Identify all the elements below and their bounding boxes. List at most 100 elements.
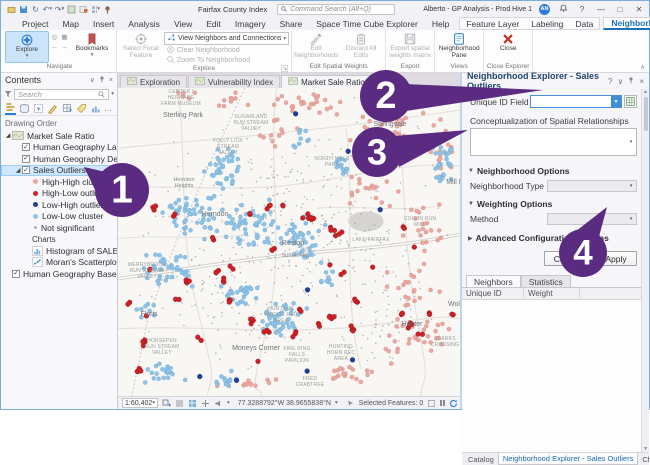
filter-icon[interactable] (4, 90, 12, 98)
coordinates-options-icon[interactable]: ▾ (335, 400, 338, 406)
close-tab-icon[interactable]: ✕ (370, 78, 376, 86)
search-options-icon[interactable]: ▾ (111, 91, 114, 97)
ribbon-collapse-icon[interactable]: ∧ (640, 63, 645, 71)
tree-item-high-low-outlier[interactable]: High-Low outlier (1, 188, 117, 200)
neighborhood-type-combo[interactable]: ▾ (547, 180, 637, 192)
menu-tab-neighborhood-explorer[interactable]: Neighborhood Explorer (603, 17, 650, 30)
visibility-checkbox[interactable]: ✓ (22, 143, 30, 151)
menu-tab-edit[interactable]: Edit (199, 17, 228, 30)
view-tab-market-sale-ratio[interactable]: Market Sale Ratio✕ (281, 75, 382, 88)
ribbon-button-close[interactable]: Close (486, 31, 530, 63)
tree-item-sales-outliers[interactable]: ◢✓Sales Outliers (1, 165, 117, 177)
add-feature-icon[interactable] (162, 399, 171, 408)
pane-menu-icon[interactable]: ∨ (617, 77, 623, 86)
tree-item-human-geography-base[interactable]: ✓Human Geography Base (1, 268, 117, 280)
pane-tab-neighborhood-explorer-sales-outliers[interactable]: Neighborhood Explorer - Sales Outliers (498, 453, 638, 465)
apply-button[interactable]: Apply (595, 251, 637, 266)
sync-icon[interactable]: ↻ (31, 5, 40, 14)
scale-combo[interactable]: 1:60,402 ▾ (122, 398, 158, 408)
contents-search-input[interactable]: Search (14, 89, 109, 100)
pane-help-icon[interactable]: ? (608, 77, 612, 86)
menu-tab-data[interactable]: Data (569, 18, 599, 29)
pane-tab-catalog[interactable]: Catalog (464, 453, 498, 465)
menu-tab-labeling[interactable]: Labeling (525, 18, 569, 29)
pane-pin-icon[interactable] (628, 77, 634, 86)
locate-icon[interactable] (103, 5, 112, 14)
menu-tab-help[interactable]: Help (425, 17, 456, 30)
weighting-options-section[interactable]: ▼ Weighting Options (462, 199, 641, 209)
cancel-button[interactable]: Cancel (544, 251, 590, 266)
menu-tab-share[interactable]: Share (273, 17, 310, 30)
menu-tab-view[interactable]: View (167, 17, 199, 30)
add-data-icon[interactable] (79, 5, 88, 14)
coordinates-readout[interactable]: 77.3288792°W 38.9655838°N (238, 400, 331, 407)
expander-icon[interactable]: ◢ (4, 132, 12, 139)
expander-icon[interactable]: ◢ (14, 167, 22, 174)
tree-item-human-geography-detail[interactable]: ✓Human Geography Detail (1, 153, 117, 165)
tree-item-human-geography-label[interactable]: ✓Human Geography Label (1, 142, 117, 154)
pane-tab-chart-properties[interactable]: Chart Properties (638, 453, 650, 465)
maximize-button[interactable]: □ (614, 5, 626, 14)
visibility-checkbox[interactable]: ✓ (22, 155, 30, 163)
clear-selection-icon[interactable] (427, 399, 436, 408)
pane-scrollbar[interactable]: ▲ ▼ (641, 89, 649, 452)
ribbon-button-bookmarks[interactable]: Bookmarks▾ (70, 31, 114, 63)
ribbon-button-clear-neighborhood[interactable]: Clear Neighborhood (164, 46, 289, 55)
open-project-icon[interactable] (7, 5, 16, 14)
minimize-button[interactable]: — (595, 5, 607, 14)
tree-item-high-high-cluster[interactable]: High-High cluster (1, 176, 117, 188)
close-window-button[interactable]: ✕ (633, 5, 645, 14)
tree-item-low-low-cluster[interactable]: Low-Low cluster (1, 211, 117, 223)
menu-tab-project[interactable]: Project (15, 17, 55, 30)
pane-close-icon[interactable]: × (639, 77, 644, 86)
tree-item-charts[interactable]: Charts (1, 234, 117, 246)
tree-item-market-sale-ratio[interactable]: ◢Market Sale Ratio (1, 130, 117, 142)
basemap-toggle-icon[interactable] (188, 399, 197, 408)
save-icon[interactable] (19, 5, 28, 14)
close-pane-icon[interactable]: × (109, 77, 113, 84)
ribbon-button-explore[interactable]: Explore▾ (5, 31, 49, 63)
list-by-data-source-icon[interactable] (19, 102, 30, 115)
notifications-icon[interactable] (557, 4, 569, 14)
ribbon-button-view-neighbors-and-connections[interactable]: View Neighbors and Connections▾ (164, 32, 289, 45)
visibility-checkbox[interactable]: ✓ (12, 270, 20, 278)
menu-tab-analysis[interactable]: Analysis (121, 17, 167, 30)
full-extent-icon[interactable]: ◎ (50, 33, 59, 42)
dialog-launcher-icon[interactable]: ↘ (281, 65, 288, 72)
menu-tab-insert[interactable]: Insert (86, 17, 121, 30)
ribbon-button-zoom-to-neighborhood[interactable]: Zoom To Neighborhood (164, 56, 289, 65)
menu-tab-feature-layer[interactable]: Feature Layer (460, 18, 525, 29)
scroll-down-icon[interactable]: ▼ (643, 446, 648, 452)
pause-drawing-icon[interactable] (440, 400, 445, 406)
tree-item-not-significant[interactable]: Not significant (1, 222, 117, 234)
next-extent-icon[interactable]: → (60, 43, 69, 52)
visibility-checkbox[interactable]: ✓ (22, 166, 30, 174)
ribbon-button-export-spatial-weights-matrix[interactable]: Export spatial weights matrix (388, 31, 432, 63)
results-tab-statistics[interactable]: Statistics (521, 275, 571, 287)
tree-item-histogram-of-sales-value[interactable]: Histogram of SALES_VALUE (1, 245, 117, 257)
list-by-selection-icon[interactable] (33, 102, 44, 115)
avatar[interactable]: AN (539, 4, 550, 15)
tree-item-moran-s-scatterplot[interactable]: Moran's Scatterplot (1, 257, 117, 269)
scrollbar-thumb[interactable] (644, 97, 648, 131)
undo-icon[interactable]: ↶▾ (43, 5, 52, 14)
grid-toggle-icon[interactable] (175, 399, 184, 408)
menu-tab-space-time-cube-explorer[interactable]: Space Time Cube Explorer (309, 17, 425, 30)
list-by-editing-icon[interactable] (47, 102, 58, 115)
ribbon-button-discard-all-edits[interactable]: Discard All Edits (339, 31, 383, 63)
results-grid-body[interactable] (462, 300, 641, 452)
grid-header-unique-id[interactable]: Unique ID (462, 288, 524, 299)
geoprocessing-icon[interactable]: ▾ (91, 5, 100, 14)
redo-icon[interactable]: ↷▾ (55, 5, 64, 14)
prev-extent-icon[interactable]: ← (50, 43, 59, 52)
grid-header-weight[interactable]: Weight (524, 288, 580, 299)
more-tools-icon[interactable]: … (104, 104, 113, 113)
combo-dropdown-icon[interactable]: ▼ (611, 96, 621, 107)
list-by-labeling-icon[interactable] (76, 102, 87, 115)
ribbon-button-select-focal-feature[interactable]: Select Focal Feature (119, 31, 163, 65)
refresh-icon[interactable] (449, 399, 458, 408)
ribbon-button-edit-neighborhoods[interactable]: Edit Neighborhoods (294, 31, 338, 63)
list-by-charts-icon[interactable] (90, 102, 101, 115)
conceptualization-combo[interactable]: ▾ (470, 128, 637, 156)
view-tab-exploration[interactable]: Exploration (120, 75, 187, 88)
